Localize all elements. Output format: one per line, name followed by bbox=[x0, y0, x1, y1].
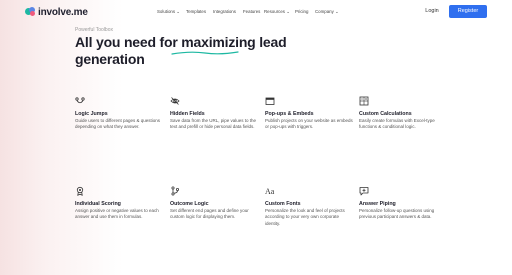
feature-description: Guide users to different pages & questio… bbox=[75, 118, 160, 130]
feature-custom-calculations: Custom Calculations Easily create formul… bbox=[359, 96, 447, 166]
logo-text: involve.me bbox=[38, 6, 88, 18]
feature-title: Custom Calculations bbox=[359, 111, 412, 117]
login-button[interactable]: Login bbox=[418, 5, 446, 18]
feature-title: Pop-ups & Embeds bbox=[265, 111, 314, 117]
feature-title: Logic Jumps bbox=[75, 111, 108, 117]
feature-logic-jumps: Logic Jumps Guide users to different pag… bbox=[75, 96, 163, 166]
nav-item-templates[interactable]: Templates bbox=[186, 9, 206, 14]
feature-title: Hidden Fields bbox=[170, 111, 205, 117]
feature-title: Custom Fonts bbox=[265, 201, 301, 207]
feature-title: Individual Scoring bbox=[75, 201, 121, 207]
nav-item-integrations[interactable]: Integrations bbox=[213, 9, 236, 14]
feature-hidden-fields: Hidden Fields Save data from the URL, pi… bbox=[170, 96, 258, 166]
feature-description: Assign positive or negative values to ea… bbox=[75, 208, 159, 220]
feature-individual-scoring: Individual Scoring Assign positive or ne… bbox=[75, 186, 163, 256]
feature-answer-piping: Answer Piping Personalize follow-up ques… bbox=[359, 186, 447, 256]
feature-description: Publish projects on your website as embe… bbox=[265, 118, 353, 130]
nav-item-company[interactable]: Company ⌄ bbox=[315, 9, 339, 15]
brand-logo[interactable]: involve.me bbox=[25, 6, 88, 18]
font-icon: Aa bbox=[265, 187, 275, 196]
eye-off-icon bbox=[170, 97, 180, 105]
section-eyebrow: Powerful Toolbox bbox=[75, 27, 113, 33]
register-button[interactable]: Register bbox=[449, 5, 487, 18]
logic-jumps-icon bbox=[75, 97, 85, 104]
feature-title: Answer Piping bbox=[359, 201, 396, 207]
branch-icon bbox=[171, 186, 180, 196]
feature-description: Save data from the URL, pipe values to t… bbox=[170, 118, 257, 130]
feature-description: Easily create formulas with Excel-type f… bbox=[359, 118, 435, 130]
headline-highlight: maximizing bbox=[181, 34, 256, 50]
nav-item-resources[interactable]: Resources ⌄ bbox=[264, 9, 290, 15]
feature-outcome-logic: Outcome Logic Set different end pages an… bbox=[170, 186, 258, 256]
nav-item-features[interactable]: Features bbox=[243, 9, 260, 14]
message-plus-icon bbox=[359, 187, 369, 196]
highlight-underline bbox=[171, 51, 239, 55]
feature-popups-embeds: Pop-ups & Embeds Publish projects on you… bbox=[265, 96, 353, 166]
logo-mark-icon bbox=[25, 7, 36, 17]
award-icon bbox=[76, 186, 84, 196]
top-navbar: involve.me Solutions ⌄ Templates Integra… bbox=[0, 0, 512, 24]
nav-item-pricing[interactable]: Pricing bbox=[295, 9, 308, 14]
calculator-icon bbox=[359, 96, 369, 106]
feature-description: Set different end pages and define your … bbox=[170, 208, 249, 220]
feature-custom-fonts: Aa Custom Fonts Personalize the look and… bbox=[265, 186, 353, 256]
feature-title: Outcome Logic bbox=[170, 201, 209, 207]
feature-description: Personalize follow-up questions using pr… bbox=[359, 208, 435, 220]
feature-description: Personalize the look and feel of project… bbox=[265, 208, 345, 226]
svg-text:Aa: Aa bbox=[265, 187, 275, 196]
nav-item-solutions[interactable]: Solutions ⌄ bbox=[157, 9, 180, 15]
headline-pre: All you need for bbox=[75, 34, 182, 50]
popup-window-icon bbox=[265, 97, 275, 105]
